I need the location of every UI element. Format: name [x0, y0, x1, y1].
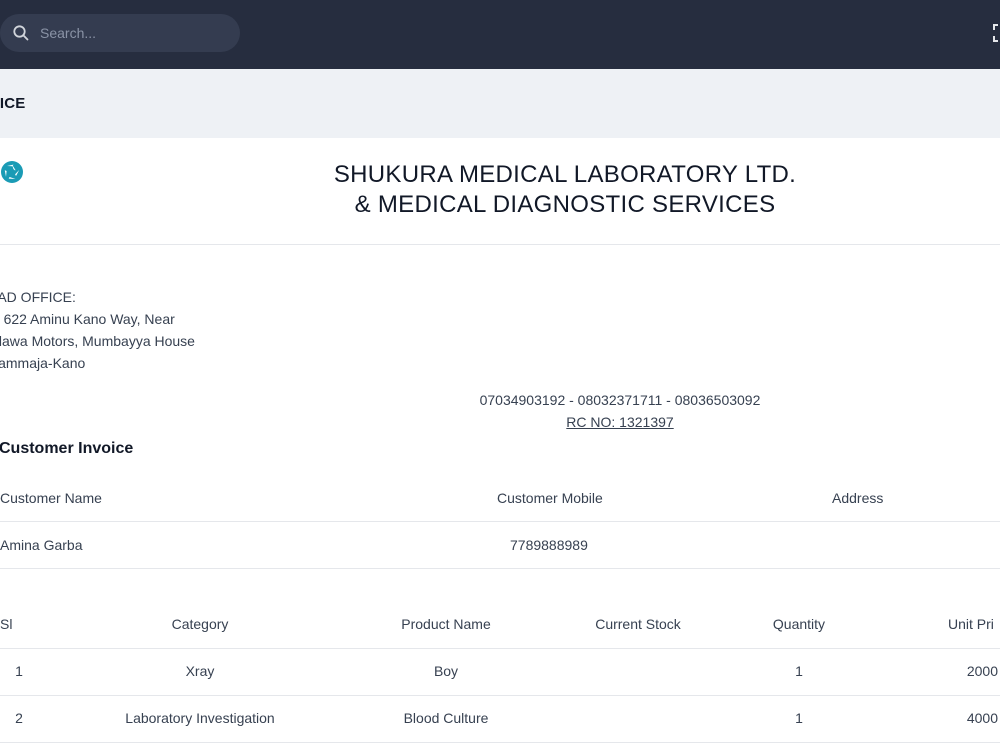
row1-quantity: 1 — [795, 663, 803, 679]
row2-product: Blood Culture — [403, 710, 489, 726]
table-row-divider — [0, 742, 1000, 743]
page-title: OICE — [0, 95, 26, 112]
row1-product: Boy — [433, 663, 459, 679]
row2-quantity: 1 — [795, 710, 803, 726]
page-header: OICE — [0, 69, 1000, 138]
office-line3: wammaja-Kano — [0, 355, 86, 371]
fullscreen-icon[interactable] — [992, 22, 1000, 44]
header-divider — [0, 244, 1000, 245]
category-header: Category — [171, 616, 229, 632]
search-icon — [13, 25, 29, 41]
product-name-header: Product Name — [401, 616, 491, 632]
search-box[interactable] — [0, 14, 240, 52]
table-divider — [0, 648, 1000, 649]
company-name: SHUKURA MEDICAL LABORATORY LTD. & MEDICA… — [300, 160, 830, 220]
address-header: Address — [832, 490, 884, 506]
top-navbar — [0, 0, 1000, 69]
office-label: EAD OFFICE: — [0, 289, 76, 305]
unit-price-header: Unit Pri — [948, 616, 994, 632]
row2-category: Laboratory Investigation — [125, 710, 275, 726]
row1-category: Xray — [185, 663, 215, 679]
office-line2: gilawa Motors, Mumbayya House — [0, 333, 195, 349]
row1-sl: 1 — [15, 663, 23, 679]
customer-mobile-header: Customer Mobile — [497, 490, 603, 506]
company-name-line1: SHUKURA MEDICAL LABORATORY LTD. — [333, 161, 797, 188]
row2-sl: 2 — [15, 710, 23, 726]
table-divider — [0, 521, 1000, 522]
office-address: EAD OFFICE: o. 622 Aminu Kano Way, Near … — [0, 286, 195, 374]
quantity-header: Quantity — [772, 616, 826, 632]
row2-unit-price: 4000 — [966, 710, 998, 726]
phone-numbers: 07034903192 - 08032371711 - 08036503092 — [479, 392, 761, 408]
row1-unit-price: 2000 — [966, 663, 998, 679]
table-row-divider — [0, 695, 1000, 696]
rc-number: RC NO: 1321397 — [566, 414, 674, 430]
company-name-line2: & MEDICAL DIAGNOSTIC SERVICES — [354, 191, 776, 218]
aperture-logo-icon — [1, 161, 23, 183]
table-divider — [0, 568, 1000, 569]
current-stock-header: Current Stock — [595, 616, 681, 632]
office-line1: o. 622 Aminu Kano Way, Near — [0, 311, 175, 327]
customer-mobile-value: 7789888989 — [510, 537, 588, 553]
search-input[interactable] — [40, 14, 230, 52]
customer-name-value: Amina Garba — [0, 537, 83, 553]
sl-header: Sl — [0, 616, 13, 632]
customer-name-header: Customer Name — [0, 490, 102, 506]
customer-invoice-title: Customer Invoice — [0, 440, 134, 457]
